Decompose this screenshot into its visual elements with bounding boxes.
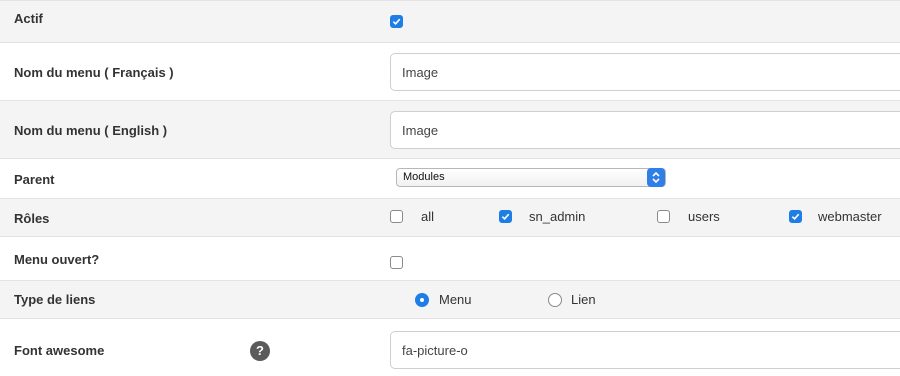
role-all-checkbox[interactable] xyxy=(390,210,403,223)
row-roles: Rôles all sn_admin users webmaster xyxy=(0,198,900,236)
font-awesome-input[interactable] xyxy=(390,331,900,369)
role-sn-admin-checkbox[interactable] xyxy=(499,210,512,223)
checkmark-icon xyxy=(791,213,800,221)
nom-en-input[interactable] xyxy=(390,111,900,149)
menu-edit-form: Actif Nom du menu ( Français ) Nom du me… xyxy=(0,0,900,376)
row-nom-fr: Nom du menu ( Français ) xyxy=(0,42,900,100)
checkmark-icon xyxy=(392,18,401,26)
type-menu-label: Menu xyxy=(439,292,472,307)
role-webmaster-label: webmaster xyxy=(818,209,882,224)
actif-label: Actif xyxy=(14,11,43,26)
role-sn-admin-label: sn_admin xyxy=(529,209,586,224)
parent-select-value: Modules xyxy=(403,171,445,183)
chevron-updown-icon xyxy=(647,168,665,187)
row-actif: Actif xyxy=(0,0,900,42)
row-font-awesome: Font awesome xyxy=(0,318,900,376)
nom-en-label: Nom du menu ( English ) xyxy=(14,123,168,138)
type-liens-label: Type de liens xyxy=(14,292,96,307)
menu-ouvert-checkbox[interactable] xyxy=(390,256,403,269)
roles-label: Rôles xyxy=(14,211,50,226)
row-nom-en: Nom du menu ( English ) xyxy=(0,100,900,158)
checkmark-icon xyxy=(501,213,510,221)
role-all-label: all xyxy=(421,209,435,224)
nom-fr-input[interactable] xyxy=(390,53,900,91)
type-lien-label: Lien xyxy=(571,292,596,307)
parent-label: Parent xyxy=(14,172,55,187)
role-users-label: users xyxy=(688,209,720,224)
actif-checkbox[interactable] xyxy=(390,15,403,28)
type-menu-radio[interactable] xyxy=(415,293,429,307)
row-menu-ouvert: Menu ouvert? xyxy=(0,236,900,280)
font-awesome-label: Font awesome xyxy=(14,343,105,358)
role-webmaster-checkbox[interactable] xyxy=(789,210,802,223)
row-type-liens: Type de liens Menu Lien xyxy=(0,280,900,318)
help-icon[interactable]: ? xyxy=(250,341,270,361)
nom-fr-label: Nom du menu ( Français ) xyxy=(14,65,174,80)
role-users-checkbox[interactable] xyxy=(657,210,670,223)
type-lien-radio[interactable] xyxy=(548,293,562,307)
parent-select[interactable]: Modules xyxy=(396,168,666,187)
menu-ouvert-label: Menu ouvert? xyxy=(14,252,100,267)
